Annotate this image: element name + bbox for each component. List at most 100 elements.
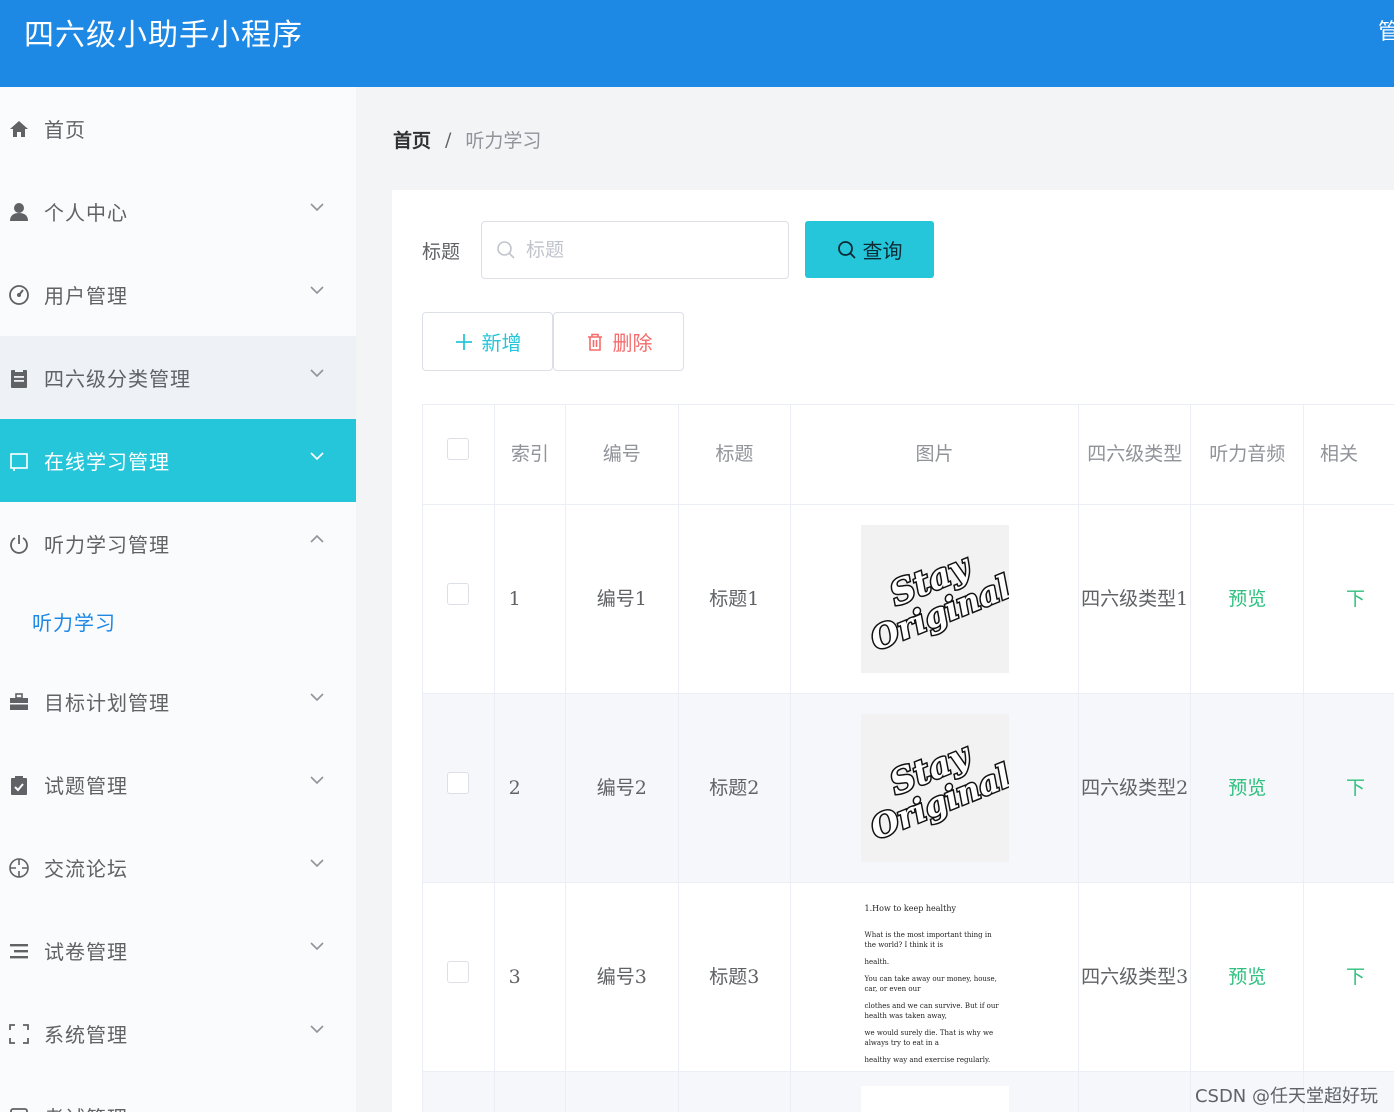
search-input[interactable] [526, 239, 776, 261]
cell-title: 标题2 [678, 693, 792, 883]
row-checkbox[interactable] [447, 960, 470, 983]
sidebar-subitem-listening[interactable]: 听力学习 [0, 586, 356, 656]
user-menu[interactable]: 管 [1378, 14, 1394, 46]
row-select-cell [423, 1071, 495, 1112]
checklist-icon [8, 774, 30, 796]
sidebar-item-label: 在线学习管理 [44, 450, 170, 474]
select-all-checkbox[interactable] [447, 438, 470, 461]
row-select-cell [423, 693, 495, 883]
search-icon [837, 240, 857, 260]
delete-button[interactable]: 删除 [553, 312, 684, 371]
sidebar-item-cet-category[interactable]: 四六级分类管理 [0, 336, 356, 419]
sidebar-item-label: 交流论坛 [44, 857, 128, 881]
row-select-cell [423, 504, 495, 694]
sidebar-item-user-management[interactable]: 用户管理 [0, 253, 356, 336]
breadcrumb-current: 听力学习 [465, 130, 542, 152]
chevron-down-icon [308, 688, 326, 706]
stay-original-logo-image[interactable]: Stay Original [860, 713, 1009, 862]
image-thumbnail[interactable] [860, 1085, 1009, 1112]
cell-type [1078, 1071, 1192, 1112]
stay-original-logo-image[interactable]: Stay Original [860, 524, 1009, 673]
breadcrumb: 首页 / 听力学习 [393, 126, 541, 153]
sidebar-item-forum[interactable]: 交流论坛 [0, 826, 356, 909]
doc-line: What is the most important thing in the … [864, 930, 992, 949]
cell-audio: 预览 [1190, 882, 1305, 1072]
doc-line: healthy way and exercise regularly. [864, 1055, 991, 1064]
clipboard-icon [8, 367, 30, 389]
row-checkbox[interactable] [447, 582, 470, 605]
download-link[interactable]: 下 [1346, 777, 1365, 799]
add-button-label: 新增 [481, 331, 522, 355]
sidebar-item-personal-center[interactable]: 个人中心 [0, 170, 356, 253]
sidebar-item-label: 试题管理 [44, 774, 128, 798]
sidebar-item-home[interactable]: 首页 [0, 87, 356, 170]
sidebar-item-goal-plan[interactable]: 目标计划管理 [0, 660, 356, 743]
watermark: CSDN @任天堂超好玩 [1194, 1086, 1378, 1107]
doc-line: health. [864, 957, 890, 966]
cell-image: 1.How to keep healthy What is the most i… [790, 882, 1079, 1072]
preview-link[interactable]: 预览 [1228, 966, 1266, 988]
select-all-cell [423, 405, 495, 505]
power-icon [8, 533, 30, 555]
sidebar-item-system-management[interactable]: 系统管理 [0, 992, 356, 1075]
breadcrumb-home[interactable]: 首页 [393, 126, 431, 153]
sidebar-item-label: 试卷管理 [44, 940, 128, 964]
essay-document-image[interactable]: 1.How to keep healthy What is the most i… [860, 901, 1009, 1064]
plus-icon [454, 332, 474, 352]
sidebar-item-listening-management[interactable]: 听力学习管理 [0, 502, 356, 585]
cell-code: 编号3 [565, 882, 679, 1072]
add-button[interactable]: 新增 [422, 312, 553, 371]
chevron-down-icon [308, 447, 326, 465]
table-row: 1 编号1 标题1 Stay Original 四六级类型1 预览 下 [423, 504, 1394, 694]
sidebar-item-online-learning[interactable]: 在线学习管理 [0, 419, 356, 502]
sidebar-item-paper-management[interactable]: 试卷管理 [0, 909, 356, 992]
column-header-code: 编号 [565, 405, 679, 505]
sidebar-item-label: 四六级分类管理 [44, 367, 191, 391]
cell-code [565, 1071, 679, 1112]
sidebar-item-label: 目标计划管理 [44, 691, 170, 715]
sidebar-item-label: 用户管理 [44, 284, 128, 308]
preview-link[interactable]: 预览 [1228, 777, 1266, 799]
row-checkbox[interactable] [447, 771, 470, 794]
query-button[interactable]: 查询 [805, 221, 934, 278]
cell-related: 下 [1303, 882, 1394, 1072]
column-header-image: 图片 [790, 405, 1079, 505]
column-header-audio: 听力音频 [1190, 405, 1305, 505]
home-icon [8, 118, 30, 140]
chevron-down-icon [308, 854, 326, 872]
table-row: 2 编号2 标题2 Stay Original 四六级类型2 预览 下 [423, 693, 1394, 883]
search-label: 标题 [422, 241, 461, 263]
sidebar-item-exam-management[interactable]: 考试管理 [0, 1075, 356, 1112]
crosshair-icon [8, 857, 30, 879]
column-header-related: 相关 [1303, 405, 1394, 505]
briefcase-icon [8, 691, 30, 713]
cell-title: 标题3 [678, 882, 792, 1072]
doc-line: we would surely die. That is why we alwa… [864, 1028, 994, 1047]
sidebar-item-label: 系统管理 [44, 1023, 128, 1047]
query-button-label: 查询 [862, 239, 903, 263]
cell-image [790, 1071, 1079, 1112]
row-select-cell [423, 882, 495, 1072]
chevron-up-icon [308, 530, 326, 548]
sidebar: 首页 个人中心 用户管理 四六级分类管理 在线学习管理 听力学习管理 听力学习 … [0, 87, 356, 1112]
download-link[interactable]: 下 [1346, 588, 1365, 610]
trash-icon [585, 332, 605, 352]
search-icon [496, 240, 516, 260]
breadcrumb-separator: / [445, 128, 452, 151]
doc-title: 1.How to keep healthy [864, 903, 956, 913]
cell-index [494, 1071, 567, 1112]
list-icon [8, 940, 30, 962]
cell-related: 下 [1303, 504, 1394, 694]
cell-code: 编号1 [565, 504, 679, 694]
cell-title: 标题1 [678, 504, 792, 694]
cell-audio: 预览 [1190, 504, 1305, 694]
cell-index: 1 [494, 504, 567, 694]
sidebar-item-question-management[interactable]: 试题管理 [0, 743, 356, 826]
user-icon [8, 201, 30, 223]
table-header-row: 索引 编号 标题 图片 四六级类型 听力音频 相关 [423, 405, 1394, 505]
sidebar-item-label: 考试管理 [44, 1102, 128, 1112]
search-field[interactable] [481, 221, 789, 279]
doc-line: You can take away our money, house, car,… [864, 974, 997, 993]
download-link[interactable]: 下 [1346, 966, 1365, 988]
preview-link[interactable]: 预览 [1228, 588, 1266, 610]
